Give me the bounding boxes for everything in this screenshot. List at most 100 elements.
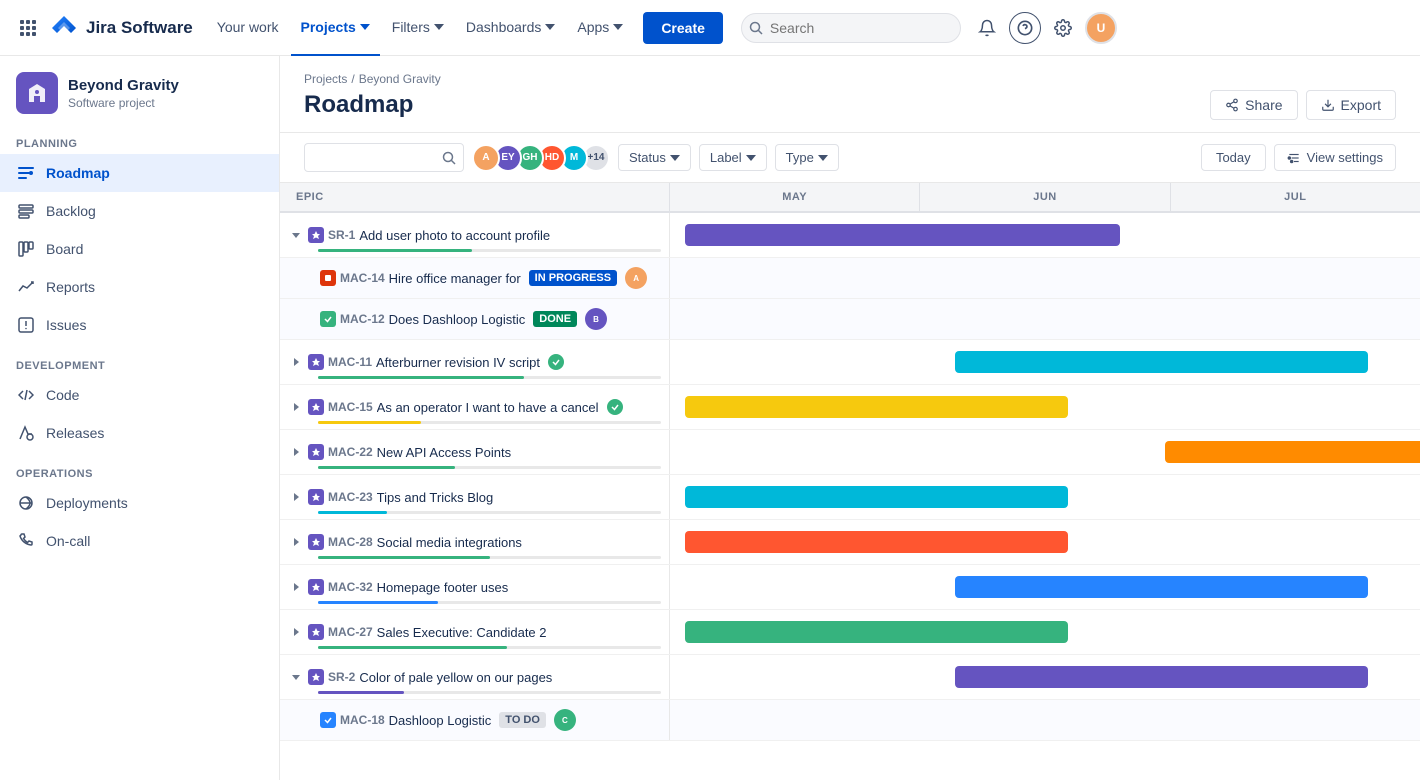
toolbar: A EY GH HD M +14 Status Label Type bbox=[280, 133, 1420, 183]
expand-btn[interactable] bbox=[288, 444, 304, 460]
share-button[interactable]: Share bbox=[1210, 90, 1297, 120]
epic-icon bbox=[308, 444, 324, 460]
toolbar-search-input[interactable] bbox=[304, 143, 464, 172]
reports-icon bbox=[16, 277, 36, 297]
sidebar-project[interactable]: Beyond Gravity Software project bbox=[0, 56, 279, 126]
expand-btn[interactable] bbox=[288, 534, 304, 550]
roadmap-table-container[interactable]: Epic MAY JUN JUL bbox=[280, 183, 1420, 780]
timeline-col bbox=[670, 299, 1420, 339]
epic-icon bbox=[308, 669, 324, 685]
search-input[interactable] bbox=[741, 13, 961, 43]
sidebar-item-deployments[interactable]: Deployments bbox=[0, 484, 279, 522]
epic-id: MAC-18 bbox=[340, 713, 385, 727]
table-row[interactable]: SR-1 Add user photo to account profile bbox=[280, 213, 1420, 258]
table-row[interactable]: SR-2 Color of pale yellow on our pages bbox=[280, 655, 1420, 700]
table-row[interactable]: MAC-23 Tips and Tricks Blog bbox=[280, 475, 1420, 520]
epic-col: SR-2 Color of pale yellow on our pages bbox=[280, 655, 670, 699]
epic-col: MAC-28 Social media integrations bbox=[280, 520, 670, 564]
nav-link-filters[interactable]: Filters bbox=[382, 0, 454, 56]
user-avatar[interactable]: U bbox=[1085, 12, 1117, 44]
epic-icon bbox=[308, 399, 324, 415]
table-row[interactable]: MAC-27 Sales Executive: Candidate 2 bbox=[280, 610, 1420, 655]
progress-bar-wrap bbox=[318, 249, 661, 252]
help-icon[interactable] bbox=[1009, 12, 1041, 44]
nav-link-apps[interactable]: Apps bbox=[567, 0, 633, 56]
timeline-col bbox=[670, 610, 1420, 654]
progress-bar bbox=[318, 421, 421, 424]
logo[interactable]: Jira Software bbox=[50, 14, 193, 42]
expand-btn[interactable] bbox=[288, 354, 304, 370]
gantt-bar[interactable] bbox=[685, 531, 1068, 553]
board-icon bbox=[16, 239, 36, 259]
sidebar-item-issues[interactable]: Issues bbox=[0, 306, 279, 344]
code-icon bbox=[16, 385, 36, 405]
view-settings-icon bbox=[1287, 151, 1301, 165]
search-icon bbox=[749, 21, 763, 35]
chevron-down-icon-3 bbox=[818, 155, 828, 161]
nav-link-dashboards[interactable]: Dashboards bbox=[456, 0, 566, 56]
table-row[interactable]: MAC-15 As an operator I want to have a c… bbox=[280, 385, 1420, 430]
progress-bar bbox=[318, 691, 404, 694]
sidebar-item-code[interactable]: Code bbox=[0, 376, 279, 414]
sidebar-item-board[interactable]: Board bbox=[0, 230, 279, 268]
progress-bar-wrap bbox=[318, 376, 661, 379]
today-button[interactable]: Today bbox=[1201, 144, 1266, 171]
status-filter[interactable]: Status bbox=[618, 144, 691, 171]
roadmap-label: Roadmap bbox=[46, 165, 110, 181]
epic-col-header: Epic bbox=[280, 183, 670, 211]
search-box[interactable] bbox=[741, 13, 961, 43]
code-label: Code bbox=[46, 387, 79, 403]
gantt-bar[interactable] bbox=[1165, 441, 1420, 463]
expand-btn[interactable] bbox=[288, 624, 304, 640]
table-row[interactable]: MAC-22 New API Access Points bbox=[280, 430, 1420, 475]
table-row[interactable]: MAC-14 Hire office manager for IN PROGRE… bbox=[280, 258, 1420, 299]
notifications-icon[interactable] bbox=[971, 12, 1003, 44]
avatar-1[interactable]: A bbox=[472, 144, 500, 172]
gantt-bar[interactable] bbox=[955, 351, 1368, 373]
export-button[interactable]: Export bbox=[1306, 90, 1396, 120]
expand-btn[interactable] bbox=[288, 399, 304, 415]
month-jun: JUN bbox=[920, 183, 1170, 211]
grid-menu-icon[interactable] bbox=[12, 12, 44, 44]
share-icon bbox=[1225, 98, 1239, 112]
table-row[interactable]: MAC-18 Dashloop Logistic TO DO C bbox=[280, 700, 1420, 741]
settings-icon[interactable] bbox=[1047, 12, 1079, 44]
view-settings-button[interactable]: View settings bbox=[1274, 144, 1396, 171]
project-type: Software project bbox=[68, 96, 179, 110]
sidebar-item-backlog[interactable]: Backlog bbox=[0, 192, 279, 230]
gantt-bar[interactable] bbox=[685, 621, 1068, 643]
sidebar-item-roadmap[interactable]: Roadmap bbox=[0, 154, 279, 192]
type-filter[interactable]: Type bbox=[775, 144, 839, 171]
sidebar-item-releases[interactable]: Releases bbox=[0, 414, 279, 452]
expand-btn[interactable] bbox=[288, 669, 304, 685]
label-filter[interactable]: Label bbox=[699, 144, 767, 171]
progress-bar-wrap bbox=[318, 421, 661, 424]
expand-btn[interactable] bbox=[288, 227, 304, 243]
nav-link-yourwork[interactable]: Your work bbox=[207, 0, 289, 56]
expand-btn[interactable] bbox=[288, 489, 304, 505]
table-row[interactable]: MAC-32 Homepage footer uses bbox=[280, 565, 1420, 610]
expand-btn[interactable] bbox=[288, 579, 304, 595]
epic-icon bbox=[308, 579, 324, 595]
table-row[interactable]: MAC-12 Does Dashloop Logistic DONE B bbox=[280, 299, 1420, 340]
nav-link-projects[interactable]: Projects bbox=[291, 0, 380, 56]
gantt-bar[interactable] bbox=[955, 666, 1368, 688]
gantt-bar[interactable] bbox=[685, 396, 1068, 418]
gantt-bar[interactable] bbox=[685, 486, 1068, 508]
table-row[interactable]: MAC-28 Social media integrations bbox=[280, 520, 1420, 565]
gantt-bar[interactable] bbox=[685, 224, 1120, 246]
progress-bar bbox=[318, 601, 438, 604]
create-button[interactable]: Create bbox=[643, 12, 723, 44]
toolbar-search-icon bbox=[442, 151, 456, 165]
toolbar-search[interactable] bbox=[304, 143, 464, 172]
epic-icon-red bbox=[320, 270, 336, 286]
sidebar-item-reports[interactable]: Reports bbox=[0, 268, 279, 306]
row-avatar: A bbox=[625, 267, 647, 289]
breadcrumb-projects[interactable]: Projects bbox=[304, 72, 347, 86]
epic-id: MAC-15 bbox=[328, 400, 373, 414]
table-row[interactable]: MAC-11 Afterburner revision IV script bbox=[280, 340, 1420, 385]
gantt-bar[interactable] bbox=[955, 576, 1368, 598]
sidebar-item-oncall[interactable]: On-call bbox=[0, 522, 279, 560]
breadcrumb-project[interactable]: Beyond Gravity bbox=[359, 72, 441, 86]
logo-text: Jira Software bbox=[86, 18, 193, 38]
